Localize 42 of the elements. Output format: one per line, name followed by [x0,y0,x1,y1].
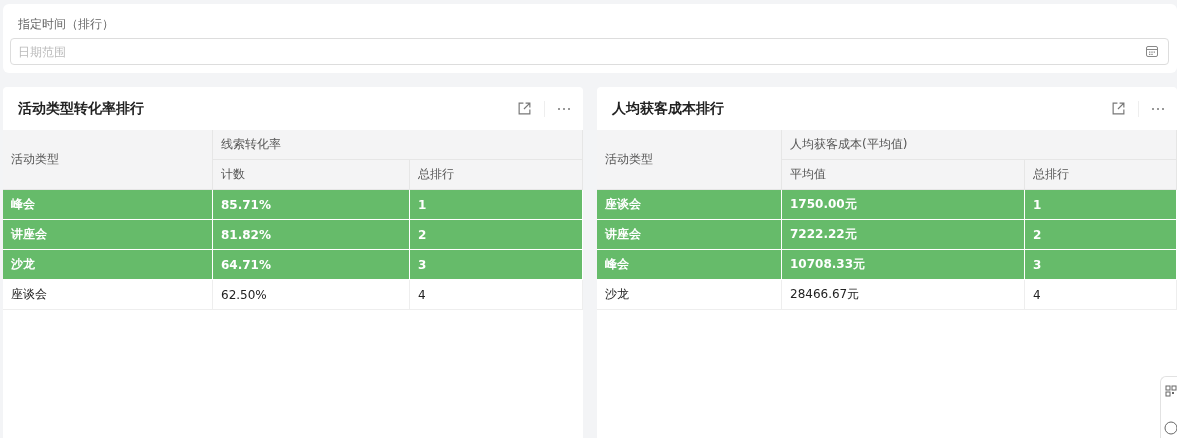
table-cell: 峰会 [597,250,782,280]
panel-title: 人均获客成本排行 [612,99,725,118]
table-cell: 2 [1025,220,1177,250]
filter-label: 指定时间（排行） [17,16,115,33]
more-icon[interactable] [1151,106,1165,111]
table-cell: 85.71% [213,190,410,220]
table-cell: 81.82% [213,220,410,250]
table-cell: 10708.33元 [782,250,1025,280]
column-header: 总排行 [410,160,583,190]
column-header: 总排行 [1025,160,1177,190]
table-cell: 2 [410,220,583,250]
column-header: 活动类型 [597,130,782,190]
table-cell: 座谈会 [3,280,213,310]
column-header: 计数 [213,160,410,190]
table-cell: 1 [1025,190,1177,220]
table-cell: 28466.67元 [782,280,1025,310]
table-cell: 1 [410,190,583,220]
external-link-icon[interactable] [1111,101,1126,116]
column-group-header: 人均获客成本(平均值) [782,130,1177,160]
table-cell: 沙龙 [597,280,782,310]
table-cell: 沙龙 [3,250,213,280]
date-range-field[interactable]: 日期范围 [10,38,1169,65]
column-header: 活动类型 [3,130,213,190]
table-cell: 62.50% [213,280,410,310]
external-link-icon[interactable] [517,101,532,116]
more-icon[interactable] [557,106,571,111]
column-group-header: 线索转化率 [213,130,583,160]
table-cell: 7222.22元 [782,220,1025,250]
table-cell: 峰会 [3,190,213,220]
table-cell: 64.71% [213,250,410,280]
column-header: 平均值 [782,160,1025,190]
table-cell: 4 [410,280,583,310]
qr-code-icon[interactable] [1165,385,1177,397]
table-cell: 座谈会 [597,190,782,220]
table-cell: 1750.00元 [782,190,1025,220]
calendar-icon[interactable] [1145,44,1159,58]
table-cell: 3 [1025,250,1177,280]
table-cell: 讲座会 [597,220,782,250]
table-cell: 4 [1025,280,1177,310]
table-cell: 3 [410,250,583,280]
table-cell: 讲座会 [3,220,213,250]
panel-title: 活动类型转化率排行 [18,99,145,118]
